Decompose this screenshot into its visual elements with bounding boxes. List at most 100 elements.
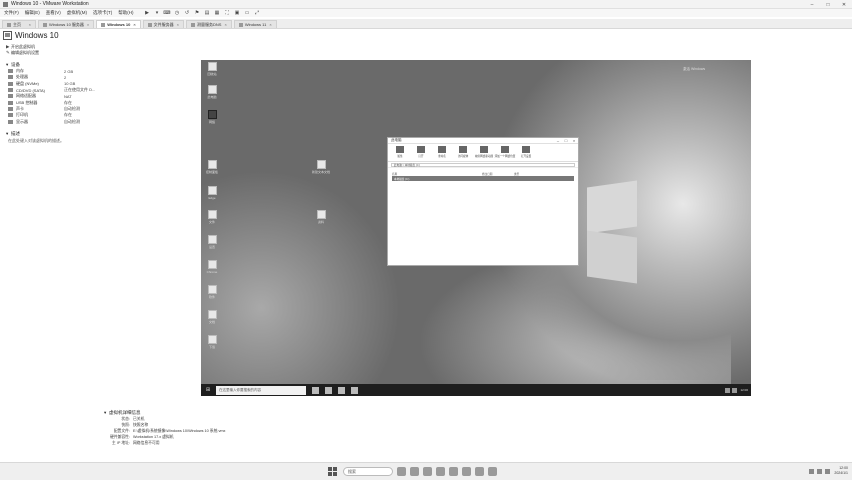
tab-vm-server[interactable]: Windows 10 服务器 × [38,20,95,28]
tab-file-server[interactable]: 文件服务器 × [142,20,185,28]
tab-close-icon[interactable]: × [26,22,31,27]
tab-windows-10[interactable]: Windows 10 × [96,20,141,28]
ribbon-rename-button[interactable]: 重命名 [434,146,450,158]
sidebar-toggle-icon[interactable]: ▤ [204,10,211,16]
full-screen-icon[interactable]: ⛶ [224,10,231,16]
guest-start-icon[interactable]: ⊞ [203,385,213,395]
device-display[interactable]: 显示器 自动检测 [6,118,156,124]
ribbon-properties-button[interactable]: 属性 [392,146,408,158]
desktop-icon[interactable]: 设置 [205,235,219,249]
send-keys-icon[interactable]: ⌨ [163,10,170,16]
vm-details-header[interactable]: ▾ 虚拟机详细信息 [104,409,225,416]
edit-settings-action[interactable]: ✎ 编辑虚拟机设置 [6,50,156,56]
menu-vm[interactable]: 虚拟机(M) [67,10,87,16]
menu-edit[interactable]: 编辑(E) [25,10,40,16]
vmware-icon[interactable] [475,467,484,476]
close-icon[interactable]: ✕ [836,0,852,9]
host-search-box[interactable]: 搜索 [343,467,393,476]
settings-icon [522,146,530,153]
detail-value: Workstation 17.x 虚拟机 [133,434,174,439]
minimize-icon[interactable]: – [804,0,820,9]
revert-snapshot-icon[interactable]: ↺ [184,10,191,16]
ribbon-map-drive-button[interactable]: 映射网络驱动器 [475,146,493,158]
menu-tabs[interactable]: 选项卡(T) [93,10,112,16]
desktop-icon[interactable]: Chrome [205,260,219,274]
ribbon-open-button[interactable]: 打开 [413,146,429,158]
file-explorer-icon[interactable] [436,467,445,476]
column-type-header[interactable]: 类型 [514,172,544,176]
desktop-icon[interactable]: 文档 [205,310,219,324]
volume-icon[interactable] [825,468,831,474]
unity-icon[interactable]: ▣ [234,10,241,16]
tab-close-icon[interactable]: × [130,22,135,27]
stretch-icon[interactable]: ⤢ [254,10,261,16]
tab-windows-11[interactable]: Windows 11 × [233,20,277,28]
ribbon-label: 属性 [397,155,403,158]
desktop-icon[interactable]: 下载 [205,335,219,349]
desktop-icon[interactable]: 新建文本文档 [312,160,330,174]
edge-icon[interactable] [423,467,432,476]
maximize-icon[interactable]: □ [562,138,570,143]
column-name-header[interactable]: 名称 [392,172,482,176]
device-value: 存在 [64,112,72,118]
column-date-header[interactable]: 修改日期 [482,172,514,176]
task-view-icon[interactable] [397,467,406,476]
network-icon[interactable] [817,468,823,474]
logo-pane [587,230,637,284]
edge-icon[interactable] [325,386,332,394]
guest-search-box[interactable]: 在这里输入你要搜索的内容 [216,385,306,395]
tab-dns[interactable]: 测量服务DNS × [186,20,232,28]
desktop-icon[interactable]: 资料 [314,210,328,224]
ribbon-add-location-button[interactable]: 添加一个网络位置 [495,146,515,158]
desktop-icon[interactable]: 此电脑 [205,85,219,99]
file-explorer-icon[interactable] [338,386,345,394]
host-clock[interactable]: 12:00 2024/1/1 [834,466,848,476]
chevron-up-icon[interactable] [809,468,815,474]
tab-close-icon[interactable]: × [84,22,89,27]
ribbon-media-button[interactable]: 访问媒体 [455,146,471,158]
thumbnail-icon[interactable]: ▦ [214,10,221,16]
desktop-icon[interactable]: Edge [205,186,219,200]
file-explorer-window[interactable]: 此电脑 – □ × 属性 打开 重命名 访问媒体 映射网络驱动器 添加一个网络位… [387,137,579,266]
desktop-icon[interactable]: 回收站 [205,62,219,76]
console-view-icon[interactable]: ▭ [244,10,251,16]
store-icon[interactable] [351,386,358,394]
windows-start-icon[interactable] [328,467,337,476]
vm-screen-preview[interactable]: 激活 Windows 回收站 此电脑 网络 控制面板 Edge 文件 设置 Ch… [201,60,751,396]
description-text[interactable]: 在此处键入对该虚拟机的描述。 [6,138,156,144]
desktop-icon[interactable]: 网络 [205,110,219,124]
tab-close-icon[interactable]: × [174,22,179,27]
tab-close-icon[interactable]: × [221,22,226,27]
ribbon-settings-button[interactable]: 打开设置 [518,146,534,158]
menu-view[interactable]: 查看(V) [46,10,61,16]
widgets-icon[interactable] [410,467,419,476]
explorer-selected-row[interactable]: 本地磁盘 (C:) [392,176,574,181]
window-title: Windows 10 - VMware Workstation [11,1,89,7]
desktop-icon[interactable]: 控制面板 [205,160,219,174]
display-icon [8,119,13,124]
snapshot-icon[interactable]: ◷ [174,10,181,16]
app-icon[interactable] [488,467,497,476]
open-icon [417,146,425,153]
snapshot-manager-icon[interactable]: ⚑ [194,10,201,16]
store-icon[interactable] [449,467,458,476]
address-input[interactable]: 此电脑 > 本地磁盘 (C:) [391,162,575,167]
description-section-header[interactable]: ▾ 描述 [6,131,156,137]
network-icon[interactable] [725,387,731,393]
volume-icon[interactable] [732,387,738,393]
tab-home[interactable]: 主页 × [2,20,36,28]
task-view-icon[interactable] [312,386,319,394]
guest-clock[interactable]: 12:00 [740,388,748,392]
ribbon-label: 访问媒体 [457,155,469,158]
desktop-icon[interactable]: 软件 [205,285,219,299]
menu-help[interactable]: 帮助(H) [118,10,133,16]
close-icon[interactable]: × [570,138,578,143]
mail-icon[interactable] [462,467,471,476]
desktop-icon[interactable]: 文件 [205,210,219,224]
menu-file[interactable]: 文件(F) [4,10,19,16]
dropdown-icon[interactable]: ▾ [154,10,161,16]
maximize-icon[interactable]: □ [820,0,836,9]
tab-close-icon[interactable]: × [266,22,271,27]
power-on-icon[interactable]: ▶ [144,10,151,16]
minimize-icon[interactable]: – [554,138,562,143]
